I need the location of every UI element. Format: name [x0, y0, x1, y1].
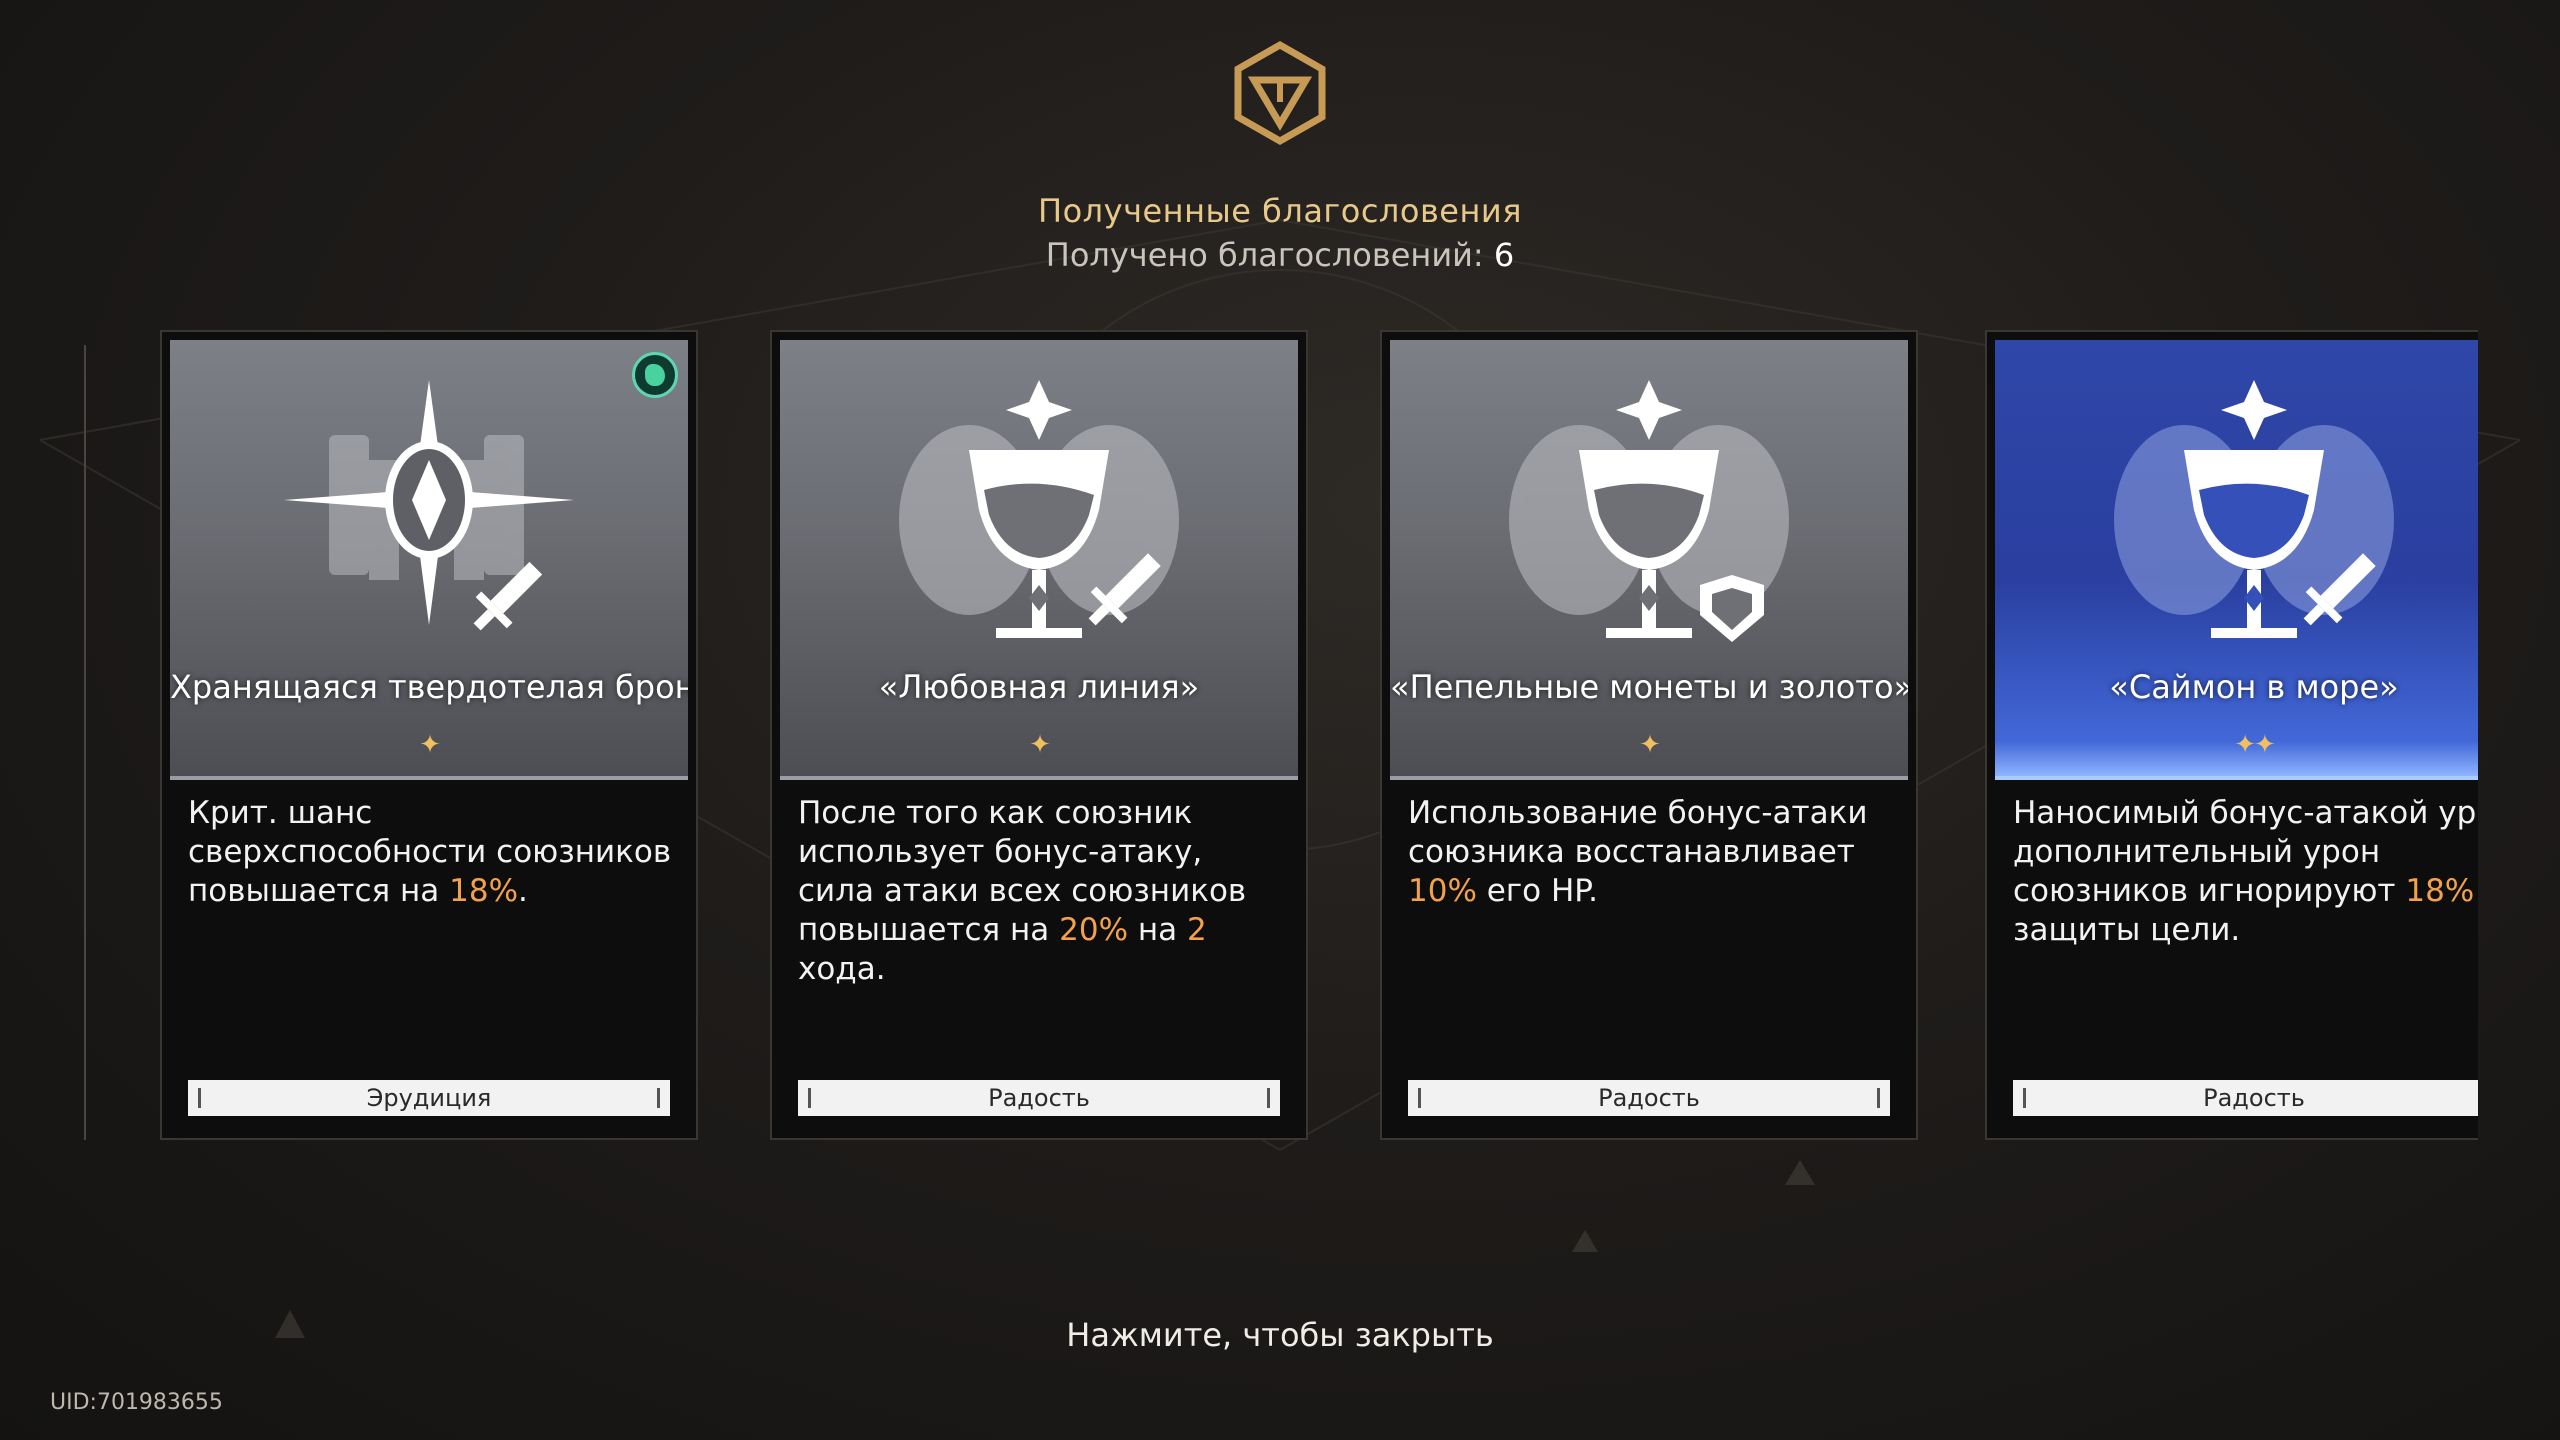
- card-path-tag: Радость: [1408, 1080, 1890, 1116]
- card-title: «Любовная линия»: [878, 668, 1200, 706]
- path-badge-icon: [632, 352, 678, 398]
- card-path-tag: Эрудиция: [188, 1080, 670, 1116]
- card-description: Использование бонус-атаки союзника восст…: [1408, 795, 1868, 909]
- blessing-cards: Хранящаяся твердотелая броня ✦ Крит. шан…: [0, 330, 2560, 1140]
- blessing-emblem-icon: [1234, 40, 1326, 146]
- card-path-tag: Радость: [2013, 1080, 2478, 1116]
- blessing-card[interactable]: «Любовная линия» ✦ После того как союзни…: [770, 330, 1308, 1140]
- card-description: После того как союзник использует бонус-…: [798, 795, 1247, 987]
- rarity-stars: ✦: [419, 730, 441, 760]
- card-path-tag: Радость: [798, 1080, 1280, 1116]
- blessing-count: Получено благословений: 6: [0, 236, 2560, 274]
- user-id: UID:701983655: [50, 1390, 223, 1415]
- blessing-card[interactable]: Хранящаяся твердотелая броня ✦ Крит. шан…: [160, 330, 698, 1140]
- blessing-card[interactable]: «Пепельные монеты и золото» ✦ Использова…: [1380, 330, 1918, 1140]
- rarity-stars: ✦: [1029, 730, 1051, 760]
- rarity-stars: ✦✦: [2234, 730, 2276, 760]
- blessing-card[interactable]: «Саймон в море» ✦✦ Наносимый бонус-атако…: [1985, 330, 2478, 1140]
- card-title: «Пепельные монеты и золото»: [1390, 668, 1908, 706]
- goblet-shield-icon: [1509, 380, 1789, 642]
- card-description: Наносимый бонус-атакой урон и дополнител…: [2013, 795, 2478, 948]
- header: Полученные благословения Получено благос…: [0, 40, 2560, 274]
- card-clip-container: «Саймон в море» ✦✦ Наносимый бонус-атако…: [1985, 330, 2478, 1140]
- card-title: Хранящаяся твердотелая броня: [170, 668, 688, 706]
- rarity-stars: ✦: [1639, 730, 1661, 760]
- card-title: «Саймон в море»: [2109, 668, 2399, 706]
- goblet-sword-icon: [899, 380, 1179, 638]
- page-title: Полученные благословения: [1038, 192, 1522, 230]
- blessing-count-label: Получено благословений:: [1045, 236, 1494, 274]
- card-description: Крит. шанс сверхспособности союзников по…: [188, 795, 672, 909]
- erudition-shield-icon: [284, 380, 574, 631]
- close-hint[interactable]: Нажмите, чтобы закрыть: [0, 1316, 2560, 1354]
- blessing-count-value: 6: [1493, 236, 1515, 274]
- goblet-sword-icon: [2114, 380, 2394, 638]
